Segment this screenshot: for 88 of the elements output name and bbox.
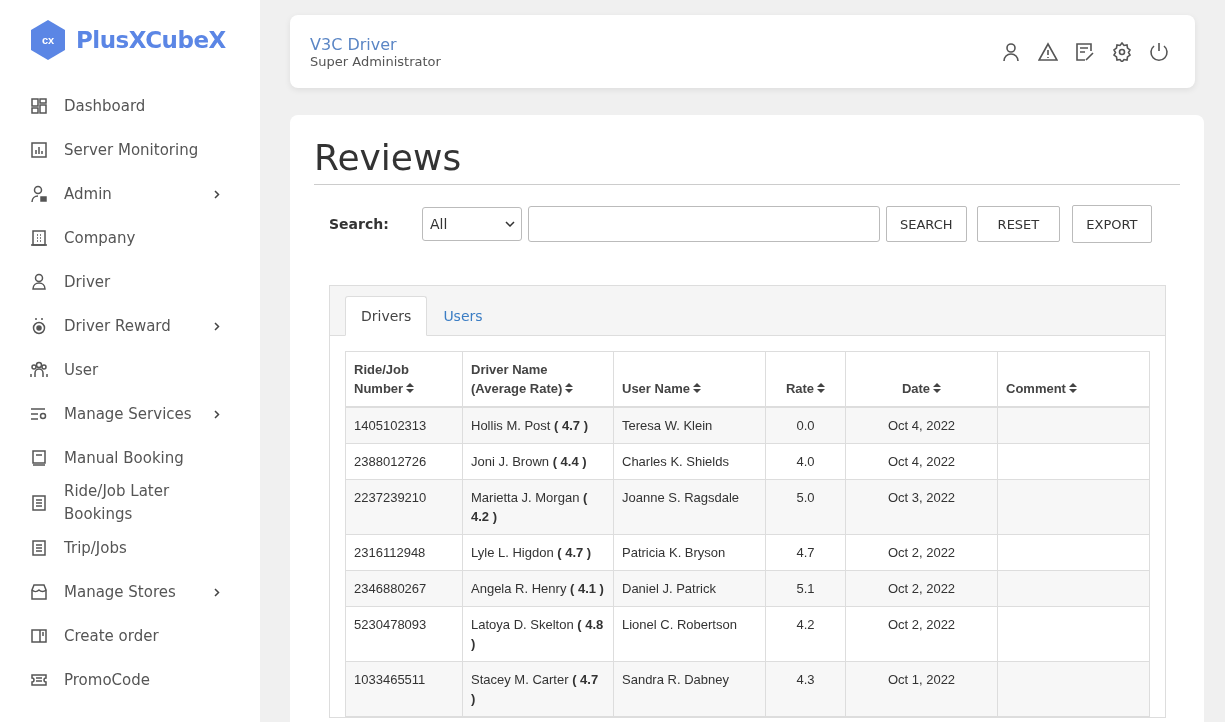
page-title: Reviews	[314, 137, 1180, 185]
table-cell: 5.0	[796, 490, 815, 505]
sidebar-item[interactable]: PromoCode	[30, 658, 260, 702]
medal-icon	[30, 317, 48, 335]
table-cell: Angela R. Henry ( 4.1 )	[471, 581, 604, 596]
search-field[interactable]	[528, 206, 880, 242]
sidebar-item[interactable]: Create order	[30, 614, 260, 658]
power-icon[interactable]	[1149, 41, 1169, 62]
table-cell: 2346880267	[354, 581, 427, 596]
tab[interactable]: Drivers	[345, 296, 428, 336]
document-icon	[30, 539, 48, 557]
building-icon	[30, 229, 48, 247]
table-cell: Oct 2, 2022	[887, 545, 956, 560]
table-cell: Daniel J. Patrick	[622, 581, 716, 596]
table-cell: Patricia K. Bryson	[622, 545, 726, 560]
user-role: Super Administrator	[310, 53, 441, 69]
sort-icon[interactable]	[565, 383, 574, 393]
table-cell: 5230478093	[354, 617, 427, 632]
table-cell: 0.0	[796, 418, 815, 433]
sidebar-item[interactable]: Admin	[30, 172, 260, 216]
sidebar-item[interactable]: Ride/Job Later Bookings	[30, 480, 260, 526]
search-button[interactable]: SEARCH	[886, 206, 967, 242]
sidebar-item[interactable]: Driver Reward	[30, 304, 260, 348]
profile-icon[interactable]	[1001, 41, 1021, 62]
edit-icon[interactable]	[1075, 41, 1095, 62]
document-icon	[30, 494, 48, 512]
people-icon	[30, 361, 48, 379]
panel-icon	[30, 627, 48, 645]
table-cell: Oct 1, 2022	[887, 672, 956, 687]
table-cell: 4.3	[796, 672, 815, 687]
sort-icon[interactable]	[406, 383, 415, 393]
sort-icon[interactable]	[692, 383, 701, 393]
caret-icon	[505, 221, 515, 227]
sort-icon[interactable]	[933, 383, 942, 393]
table-cell: Sandra R. Dabney	[622, 672, 729, 687]
user-lock-icon	[30, 185, 48, 203]
table-cell: Oct 2, 2022	[887, 581, 956, 596]
table-cell: Oct 3, 2022	[887, 490, 956, 505]
table-cell: Stacey M. Carter ( 4.7 )	[471, 672, 599, 706]
store-icon	[30, 583, 48, 601]
table-cell: Oct 2, 2022	[887, 617, 956, 632]
table-cell: Latoya D. Skelton ( 4.8 )	[471, 617, 604, 651]
sidebar-item[interactable]: Dashboard	[30, 84, 260, 128]
table-cell: Lyle L. Higdon ( 4.7 )	[471, 545, 592, 560]
table-cell: Marietta J. Morgan ( 4.2 )	[471, 490, 588, 524]
table-cell: 5.1	[796, 581, 815, 596]
logo-icon: cx	[30, 20, 66, 60]
table-cell: 1405102313	[354, 418, 427, 433]
table-cell: 2237239210	[354, 490, 427, 505]
table-cell: 1033465511	[354, 672, 426, 687]
table-cell: 4.0	[796, 454, 815, 469]
table-cell: Oct 4, 2022	[887, 454, 956, 469]
export-button[interactable]: EXPORT	[1072, 205, 1152, 243]
table-cell: 2316112948	[354, 545, 426, 560]
table-cell: Hollis M. Post ( 4.7 )	[471, 418, 589, 433]
table-cell: Oct 4, 2022	[887, 418, 956, 433]
dashboard-icon	[30, 97, 48, 115]
tab[interactable]: Users	[427, 296, 499, 336]
filter-dropdown[interactable]: All	[422, 207, 522, 241]
sort-icon[interactable]	[817, 383, 826, 393]
ticket-icon	[30, 671, 48, 689]
settings-icon[interactable]	[1112, 41, 1132, 62]
table-cell: 4.2	[796, 617, 815, 632]
sidebar-item[interactable]: Manual Booking	[30, 436, 260, 480]
sidebar-item[interactable]: Manage Services	[30, 392, 260, 436]
sidebar-item[interactable]: Server Monitoring	[30, 128, 260, 172]
list-gear-icon	[30, 405, 48, 423]
table-cell: Charles K. Shields	[622, 454, 729, 469]
table-cell: Teresa W. Klein	[622, 418, 713, 433]
person-icon	[30, 273, 48, 291]
table-cell: Joanne S. Ragsdale	[622, 490, 740, 505]
table-cell: 2388012726	[354, 454, 427, 469]
brand-name: PlusXCubeX	[76, 27, 226, 53]
sidebar-item[interactable]: Manage Stores	[30, 570, 260, 614]
sidebar-item[interactable]: Trip/Jobs	[30, 526, 260, 570]
sidebar-item[interactable]: User	[30, 348, 260, 392]
table-cell: 4.7	[796, 545, 815, 560]
chart-icon	[30, 141, 48, 159]
table-cell: Lionel C. Robertson	[622, 617, 737, 632]
user-name: V3C Driver	[310, 34, 398, 54]
sidebar-item[interactable]: Driver	[30, 260, 260, 304]
reset-button[interactable]: RESET	[976, 206, 1061, 242]
warning-icon[interactable]	[1038, 41, 1058, 62]
book-icon	[30, 449, 48, 467]
search-label: Search:	[329, 216, 390, 232]
sidebar-item[interactable]: Company	[30, 216, 260, 260]
table-cell: Joni J. Brown ( 4.4 )	[471, 454, 587, 469]
sort-icon[interactable]	[1068, 383, 1077, 393]
